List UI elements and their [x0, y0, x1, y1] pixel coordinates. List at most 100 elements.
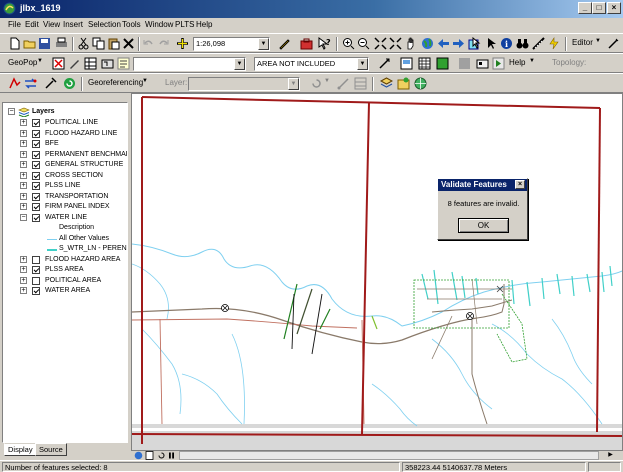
full-extent-globe-icon[interactable]: [421, 37, 434, 50]
layer-visibility-checkbox[interactable]: [32, 150, 40, 159]
menu-tools[interactable]: Tools: [122, 20, 141, 29]
target-layer-combo[interactable]: ▼: [133, 57, 246, 71]
editor-toolbar-icon[interactable]: [278, 37, 291, 50]
edit-tool-icon[interactable]: [44, 77, 57, 90]
editor-menu[interactable]: Editor: [572, 38, 593, 47]
zoom-out-icon[interactable]: [357, 37, 370, 50]
layer-visibility-checkbox[interactable]: [32, 203, 40, 211]
georeferencing-dropdown-arrow[interactable]: ▼: [142, 78, 148, 84]
add-data-icon[interactable]: [176, 37, 189, 50]
ok-button[interactable]: OK: [458, 218, 509, 233]
select-elements-icon[interactable]: [485, 37, 498, 50]
menu-insert[interactable]: Insert: [63, 20, 83, 29]
refresh-icon[interactable]: [157, 451, 166, 460]
paste-icon[interactable]: [107, 37, 120, 50]
redo-icon[interactable]: [157, 37, 170, 50]
horizontal-scrollbar[interactable]: [179, 451, 599, 460]
layer-visibility-checkbox[interactable]: [32, 140, 40, 148]
expand-icon[interactable]: +: [20, 266, 27, 273]
menu-help[interactable]: Help: [196, 20, 212, 29]
help-menu-button[interactable]: Help: [509, 58, 525, 67]
map-canvas[interactable]: [132, 94, 623, 451]
refresh-green-icon[interactable]: [63, 77, 76, 90]
map-scale-combo[interactable]: 1:26,098 ▼: [193, 37, 270, 51]
menu-selection[interactable]: Selection: [88, 20, 121, 29]
expand-icon[interactable]: +: [20, 182, 27, 189]
expand-icon[interactable]: +: [20, 129, 27, 137]
delete-icon[interactable]: [122, 37, 135, 50]
map-view[interactable]: [131, 93, 623, 451]
layer-visibility-checkbox[interactable]: [32, 192, 40, 201]
expand-icon[interactable]: +: [20, 140, 27, 147]
dialog-close-button[interactable]: ×: [515, 180, 525, 189]
maximize-button[interactable]: □: [592, 2, 606, 14]
select-features-icon[interactable]: [468, 37, 481, 50]
menu-view[interactable]: View: [43, 20, 60, 29]
validate-tool-icon[interactable]: [378, 57, 391, 70]
new-document-icon[interactable]: [8, 37, 21, 50]
collapse-icon[interactable]: −: [8, 108, 15, 115]
identify-icon[interactable]: i: [500, 37, 513, 50]
layer-visibility-checkbox[interactable]: [32, 161, 40, 169]
pause-drawing-icon[interactable]: [167, 451, 176, 460]
edit-vertices-icon[interactable]: [68, 57, 81, 70]
layer-visibility-checkbox[interactable]: [32, 287, 40, 295]
menu-file[interactable]: File: [8, 20, 21, 29]
sketch-properties-icon[interactable]: [117, 57, 130, 70]
area-filter-combo[interactable]: AREA NOT INCLUDED ▼: [254, 57, 369, 71]
layer-visibility-checkbox[interactable]: [32, 182, 40, 190]
find-binoculars-icon[interactable]: [516, 37, 529, 50]
tab-display[interactable]: Display: [4, 443, 37, 456]
layer-properties-icon[interactable]: [476, 57, 489, 70]
expand-icon[interactable]: +: [20, 119, 27, 126]
arctoolbox-icon[interactable]: [300, 37, 313, 50]
zoom-in-icon[interactable]: [342, 37, 355, 50]
help-dropdown-arrow[interactable]: ▼: [529, 58, 535, 64]
menu-window[interactable]: Window: [145, 20, 173, 29]
measure-icon[interactable]: [532, 37, 545, 50]
fixed-zoom-out-icon[interactable]: [389, 37, 402, 50]
clear-selection-icon[interactable]: [52, 57, 65, 70]
globe-tool-icon[interactable]: [414, 77, 427, 90]
menu-edit[interactable]: Edit: [25, 20, 39, 29]
copy-icon[interactable]: [92, 37, 105, 50]
layer-visibility-checkbox[interactable]: [32, 255, 40, 264]
table-view-icon[interactable]: [418, 57, 431, 70]
fixed-zoom-in-icon[interactable]: [374, 37, 387, 50]
color-swatch-icon[interactable]: [436, 57, 449, 70]
print-icon[interactable]: [55, 37, 68, 50]
expand-icon[interactable]: +: [20, 276, 27, 284]
expand-icon[interactable]: +: [20, 171, 27, 179]
pan-hand-icon[interactable]: [405, 37, 418, 50]
catalog-icon[interactable]: [397, 77, 410, 90]
globe-small-icon[interactable]: [134, 451, 143, 460]
save-icon[interactable]: [38, 37, 51, 50]
sketch-tool-icon[interactable]: [607, 37, 620, 50]
layer-visibility-checkbox[interactable]: [32, 119, 40, 127]
page-layout-icon[interactable]: [145, 451, 154, 460]
geopop-menu[interactable]: GeoPop: [8, 58, 37, 67]
georeferencing-menu[interactable]: Georeferencing: [88, 78, 143, 87]
hyperlink-icon[interactable]: [548, 37, 561, 50]
cut-icon[interactable]: [77, 37, 90, 50]
expand-icon[interactable]: +: [20, 150, 27, 158]
flip-line-icon[interactable]: [24, 77, 37, 90]
expand-icon[interactable]: +: [20, 287, 27, 294]
topology-rule-icon[interactable]: [101, 57, 114, 70]
next-extent-icon[interactable]: [452, 37, 465, 50]
geopop-dropdown-arrow[interactable]: ▼: [37, 58, 43, 64]
layer-visibility-checkbox[interactable]: [32, 213, 40, 222]
close-button[interactable]: ×: [607, 2, 621, 14]
expand-icon[interactable]: +: [20, 192, 27, 200]
expand-icon[interactable]: +: [20, 255, 27, 263]
layer-visibility-checkbox[interactable]: [32, 276, 40, 285]
open-folder-icon[interactable]: [23, 37, 36, 50]
expand-icon[interactable]: +: [20, 203, 27, 210]
editor-dropdown-arrow[interactable]: ▼: [595, 38, 601, 44]
tab-source[interactable]: Source: [35, 443, 67, 456]
minimize-button[interactable]: _: [578, 2, 592, 14]
whats-this-help-icon[interactable]: ?: [318, 37, 331, 50]
run-script-icon[interactable]: [492, 57, 505, 70]
scroll-right-arrow[interactable]: ▶: [606, 451, 615, 460]
collapse-icon[interactable]: −: [20, 213, 27, 221]
